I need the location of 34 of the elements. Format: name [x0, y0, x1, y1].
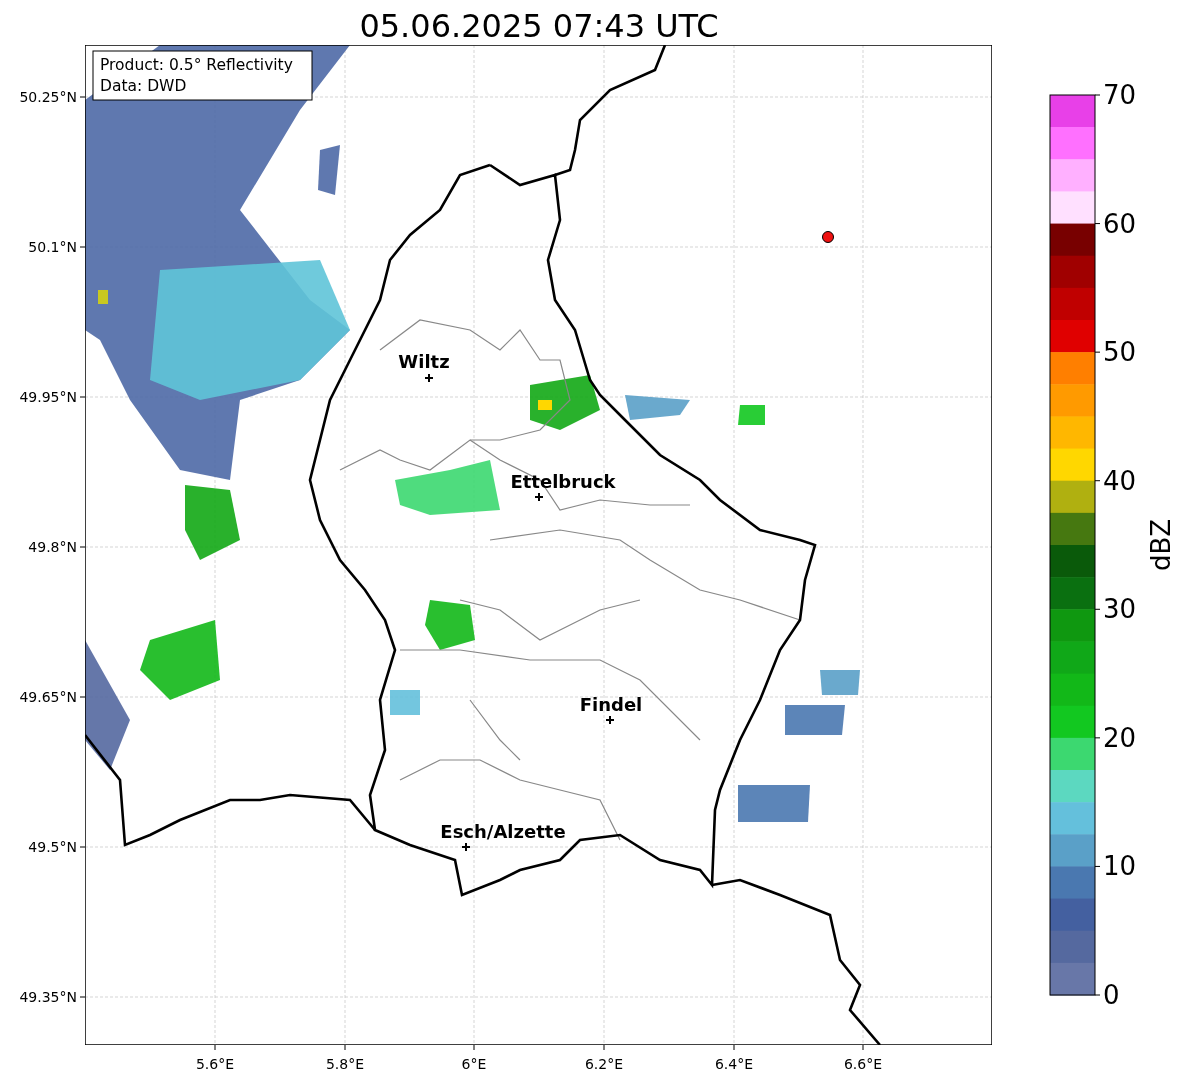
longitude-label: 6.4°E	[714, 1056, 754, 1072]
colorbar-label: dBZ	[1146, 518, 1176, 572]
city-label: Findel	[579, 694, 643, 715]
latitude-label: 50.1°N	[28, 239, 77, 255]
latitude-label: 49.5°N	[28, 839, 77, 855]
latitude-label: 49.65°N	[19, 689, 77, 705]
latitude-label: 49.8°N	[28, 539, 77, 555]
city-marker-icon	[461, 842, 471, 852]
latitude-label: 50.25°N	[19, 89, 77, 105]
colorbar-tick-label: 20	[1103, 722, 1137, 753]
colorbar-tick-label: 70	[1103, 80, 1137, 110]
city-label: Ettelbruck	[510, 471, 616, 492]
info-text: Product: 0.5° Reflectivity	[100, 56, 293, 74]
city-marker-icon	[534, 492, 544, 502]
info-text: Data: DWD	[100, 77, 187, 95]
city-marker-icon	[424, 373, 434, 383]
latitude-label: 49.95°N	[19, 389, 77, 405]
colorbar-tick-label: 50	[1103, 337, 1137, 368]
longitude-label: 6.2°E	[584, 1056, 624, 1072]
colorbar-tick-label: 40	[1103, 465, 1137, 496]
colorbar-tick-label: 60	[1103, 208, 1137, 239]
colorbar-tick-label: 30	[1103, 594, 1137, 625]
latitude-label: 49.35°N	[19, 989, 77, 1005]
longitude-label: 5.6°E	[195, 1056, 235, 1072]
longitude-label: 6.6°E	[843, 1056, 883, 1072]
longitude-label: 5.8°E	[325, 1056, 365, 1072]
city-label: Esch/Alzette	[440, 821, 566, 842]
chart-title: 05.06.2025 07:43 UTC	[359, 7, 719, 45]
city-label: Wiltz	[398, 351, 450, 372]
location-marker-icon	[822, 231, 834, 243]
colorbar-tick-label: 0	[1103, 980, 1120, 1010]
longitude-label: 6°E	[461, 1056, 487, 1072]
colorbar-tick-label: 10	[1103, 851, 1137, 882]
city-marker-icon	[605, 715, 615, 725]
